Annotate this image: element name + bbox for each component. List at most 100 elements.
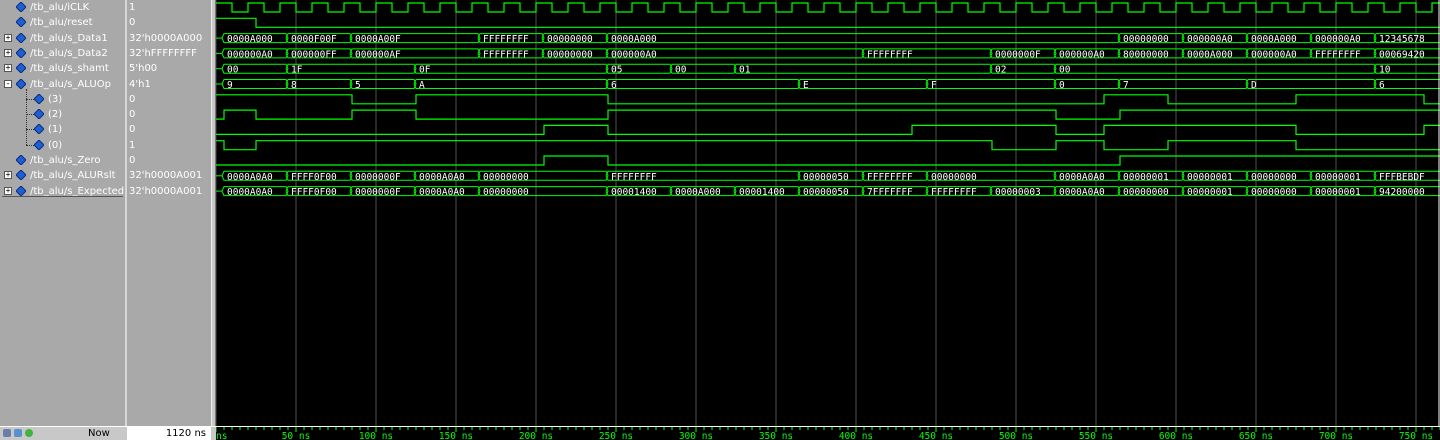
signal-row-aluop-bit1[interactable]: (1) (0, 122, 125, 137)
time-status-bar: Now 1120 ns 0 ns 50 ns 100 ns 150 ns 200 ns 2… (0, 426, 1440, 440)
shamt-bus-value-label: 0F (419, 65, 431, 76)
signal-row-s-zero[interactable]: /tb_alu/s_Zero (0, 153, 125, 168)
signal-row-s-data1[interactable]: + /tb_alu/s_Data1 (0, 31, 125, 46)
signal-row-aluop-bit2[interactable]: (2) (0, 107, 125, 122)
data1-bus-value-label: 0000A000 (1251, 34, 1297, 45)
signal-name-label: /tb_alu/s_ALUOp (30, 78, 111, 90)
expected-bus-value-label: 00000001 (1315, 187, 1361, 198)
signal-row-s-alurslt[interactable]: + /tb_alu/s_ALURslt (0, 168, 125, 183)
signal-values-pane: 1 0 32'h0000A000 32'hFFFFFFFF 5'h00 4'h1 0 0 0 1 0… (127, 0, 211, 426)
waveform-canvas[interactable]: 0000A000 0000F00F 0000A00F FFFFFFFF 00000000… (216, 0, 1440, 426)
expected-bus-value-label: FFFF0F00 (291, 187, 337, 198)
data2-bus-value-label: 000000A0 (611, 49, 657, 60)
signal-name-label: /tb_alu/s_Zero (30, 155, 101, 166)
alurslt-bus-value-label: FFFF0F00 (291, 172, 337, 183)
signal-row-s-shamt[interactable]: + /tb_alu/s_shamt (0, 61, 125, 76)
signal-value-reset: 0 (129, 17, 136, 29)
timeline-ruler[interactable]: 0 ns 50 ns 100 ns 150 ns 200 ns 250 ns 300 ns 3… (216, 427, 1440, 440)
signal-row-reset[interactable]: /tb_alu/reset (0, 15, 125, 30)
now-label: Now (88, 428, 110, 439)
signal-value-aluop-bit1: 0 (129, 124, 136, 136)
collapse-icon[interactable]: - (4, 79, 12, 88)
shamt-bus-value-label: 00 (675, 65, 687, 76)
alurslt-bus-value-label: 00000001 (1123, 172, 1169, 183)
tree-branch (26, 114, 34, 116)
alurslt-bus-value-label: 0000A0A0 (1059, 172, 1105, 183)
signal-diamond-icon (16, 78, 26, 89)
shamt-bus-segment (285, 63, 417, 74)
signal-value-s-data2: 32'hFFFFFFFF (129, 47, 197, 59)
expected-bus-value-label: 0000A000 (675, 187, 721, 198)
signal-diamond-icon (16, 17, 26, 28)
expected-bus-value-label: 00000000 (483, 187, 529, 198)
shamt-bus-value-label: 01 (739, 65, 751, 76)
aluop-bus-value-label: 9 (227, 80, 233, 91)
signal-value-aluop-bit0: 1 (129, 139, 136, 151)
signal-diamond-icon (16, 185, 26, 196)
list-end-divider (2, 196, 123, 197)
expected-bus-value-label: 0000A0A0 (227, 187, 273, 198)
signal-diamond-icon (34, 124, 44, 135)
signal-row-aluop-bit3[interactable]: (3) (0, 92, 125, 107)
tree-branch (26, 98, 34, 100)
alurslt-bus-value-label: 00000000 (931, 172, 977, 183)
expected-bus-value-label: 0000000F (355, 187, 401, 198)
shamt-bus-segment (413, 63, 609, 74)
signal-value-aluop-bit2: 0 (129, 109, 136, 121)
waveform-pane[interactable]: 0000A000 0000F00F 0000A00F FFFFFFFF 00000000… (216, 0, 1440, 426)
signal-diamond-icon (34, 139, 44, 150)
shamt-bus-value-label: 00 (227, 65, 239, 76)
aluop-bus-segment (1245, 79, 1377, 89)
data2-bus-value-label: 00069420 (1379, 49, 1425, 60)
signal-row-s-aluop[interactable]: - /tb_alu/s_ALUOp (0, 77, 125, 92)
ruler-tick-label: 650 ns (1239, 431, 1273, 440)
aluop-bus-value-label: F (931, 80, 937, 91)
expected-bus-value-label: 0000A0A0 (1059, 187, 1105, 198)
data1-bus-value-label: 0000A000 (611, 34, 657, 45)
aluop-bus-value-label: E (803, 80, 809, 91)
signal-row-s-data2[interactable]: + /tb_alu/s_Data2 (0, 46, 125, 61)
aluop-bus-value-label: D (1251, 80, 1257, 91)
expand-icon[interactable]: + (4, 48, 12, 57)
alurslt-bus-value-label: 0000A0A0 (419, 172, 465, 183)
data1-bus-value-label: 0000F00F (291, 34, 337, 45)
shamt-bus-value-label: 00 (1059, 65, 1071, 76)
ruler-tick-label: 600 ns (1159, 431, 1193, 440)
expected-bus-value-label: 00000050 (803, 187, 849, 198)
expand-icon[interactable]: + (4, 186, 12, 195)
expand-icon[interactable]: + (4, 171, 12, 180)
expected-bus-value-label: 00000000 (1251, 187, 1297, 198)
alurslt-bus-value-label: FFFFFFFF (611, 172, 657, 183)
expected-bus-value-label: 0000A0A0 (419, 187, 465, 198)
aluop-bus-segment (1117, 79, 1249, 89)
data1-bus-value-label: 000000A0 (1315, 34, 1361, 45)
signal-name-label: /tb_alu/s_Data1 (30, 32, 108, 44)
alurslt-bus-value-label: 00000001 (1187, 172, 1233, 183)
signal-diamond-icon (16, 63, 26, 74)
signal-value-s-shamt: 5'h00 (129, 63, 158, 75)
expand-icon[interactable]: + (4, 64, 12, 73)
signal-value-s-expected: 32'h0000A001 (129, 185, 203, 197)
cursor-icon[interactable] (3, 429, 11, 437)
add-cursor-icon[interactable] (25, 429, 33, 437)
alurslt-bus-value-label: 0000000F (355, 172, 401, 183)
signal-names-pane: /tb_alu/iCLK/tb_alu/reset + /tb_alu/s_Data… (0, 0, 125, 426)
ruler-tick-label: 500 ns (999, 431, 1033, 440)
alurslt-bus-value-label: 00000050 (803, 172, 849, 183)
signal-row-iclk[interactable]: /tb_alu/iCLK (0, 0, 125, 15)
ruler-tick-label: 350 ns (759, 431, 793, 440)
signal-value-iclk: 1 (129, 2, 136, 13)
signal-row-aluop-bit0[interactable]: (0) (0, 138, 125, 153)
window-icon[interactable] (14, 429, 22, 437)
data2-bus-value-label: 00000000 (547, 49, 593, 60)
aluop-bus-segment (605, 79, 801, 89)
signal-value-s-data1: 32'h0000A000 (129, 32, 203, 44)
ruler-tick-label: 700 ns (1319, 431, 1353, 440)
data1-bus-value-label: 00000000 (547, 34, 593, 45)
signal-diamond-icon (16, 170, 26, 181)
alurslt-bus-value-label: 00000000 (1251, 172, 1297, 183)
shamt-bus-segment (1053, 63, 1377, 74)
expected-bus-value-label: 00000003 (995, 187, 1041, 198)
expand-icon[interactable]: + (4, 33, 12, 42)
signal-value-s-alurslt: 32'h0000A001 (129, 170, 203, 182)
